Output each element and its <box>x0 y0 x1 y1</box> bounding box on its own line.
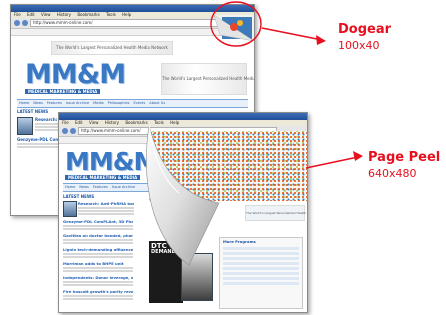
page-peel-title: Page Peel <box>368 150 441 165</box>
page-peel-size: 640x480 <box>368 167 417 180</box>
